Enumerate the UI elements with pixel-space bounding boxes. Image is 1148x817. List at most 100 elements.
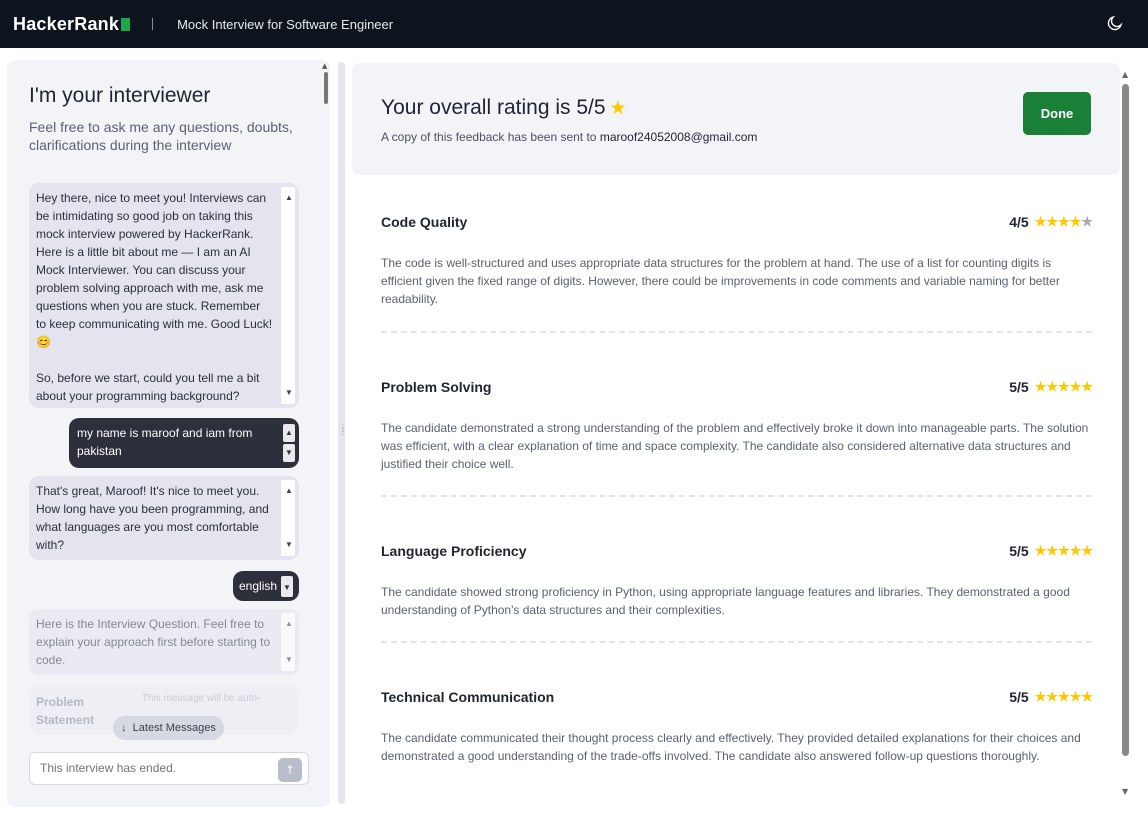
scroll-down-icon[interactable]: ▼ [283, 536, 295, 554]
message-text: my name is maroof and iam from pakistan [77, 426, 256, 458]
grip-icon: ⋮ ⋮ [339, 423, 347, 436]
star-filled-icon: ★ [1058, 543, 1070, 558]
chat-message: ▲ english ▼ [233, 571, 299, 601]
section-title: Problem Solving [381, 379, 492, 395]
panel-scroll-up-icon[interactable]: ▲ [322, 62, 327, 70]
section-title: Code Quality [381, 214, 468, 230]
section-body: The candidate demonstrated a strong unde… [381, 421, 1089, 471]
section-divider [381, 641, 1092, 643]
chat-input-box: ↑ [29, 752, 309, 785]
star-filled-icon: ★ [1046, 214, 1059, 229]
scroll-down-icon[interactable]: ▼ [283, 444, 295, 462]
send-button[interactable]: ↑ [278, 758, 302, 782]
section-score: 5/5 ★★★★★ [1009, 689, 1093, 705]
star-rating: ★★★★★ [1035, 543, 1093, 559]
done-button[interactable]: Done [1023, 92, 1091, 135]
section-body: The code is well-structured and uses app… [381, 256, 1060, 306]
scroll-down-icon[interactable]: ▼ [281, 579, 293, 597]
chat-message: ▲ Here is the Interview Question. Feel f… [29, 609, 299, 675]
star-filled-icon: ★ [1058, 379, 1070, 394]
overall-rating-card: Your overall rating is 5/5 ★ A copy of th… [352, 63, 1120, 175]
star-filled-icon: ★ [1058, 689, 1070, 704]
feedback-scrollbar[interactable] [1122, 84, 1129, 756]
star-filled-icon: ★ [1069, 214, 1082, 229]
scroll-down-icon[interactable]: ▼ [1122, 787, 1128, 796]
chat-message: ▲ Hey there, nice to meet you! Interview… [29, 183, 299, 408]
topbar-divider [152, 18, 154, 30]
star-filled-icon: ★ [1069, 379, 1082, 394]
section-score: 4/5 ★★★★★ [1009, 214, 1093, 230]
scroll-up-icon[interactable]: ▲ [283, 189, 295, 207]
top-bar: HackerRank Mock Interview for Software E… [0, 0, 1148, 48]
interviewer-title: I'm your interviewer [29, 84, 211, 107]
star-filled-icon: ★ [1081, 689, 1093, 704]
moon-icon [1107, 15, 1123, 31]
star-filled-icon: ★ [1081, 379, 1093, 394]
scroll-up-icon[interactable]: ▲ [283, 482, 295, 500]
section-title: Language Proficiency [381, 543, 527, 559]
message-text: Here is the Interview Question. Feel fre… [36, 617, 274, 667]
feedback-section: Code Quality 4/5 ★★★★★ The code is well-s… [381, 214, 1093, 308]
star-icon: ★ [609, 98, 627, 119]
overall-rating-text: Your overall rating is 5/5 [381, 96, 606, 119]
message-text: That's great, Maroof! It's nice to meet … [36, 484, 273, 552]
brand-logo[interactable]: HackerRank [13, 13, 131, 35]
score-text: 4/5 [1009, 214, 1029, 230]
feedback-section: Language Proficiency 5/5 ★★★★★ The candid… [381, 543, 1093, 619]
message-text: Hey there, nice to meet you! Interviews … [36, 191, 273, 403]
star-filled-icon: ★ [1034, 379, 1047, 394]
section-divider [381, 495, 1092, 497]
section-score: 5/5 ★★★★★ [1009, 379, 1093, 395]
scroll-up-icon[interactable]: ▲ [283, 615, 295, 633]
star-filled-icon: ★ [1081, 543, 1093, 558]
interviewer-subtitle: Feel free to ask me any questions, doubt… [29, 119, 293, 153]
star-filled-icon: ★ [1046, 379, 1059, 394]
arrow-down-icon: ↓ [121, 722, 127, 734]
section-title: Technical Communication [381, 689, 555, 705]
star-rating: ★★★★★ [1035, 379, 1093, 395]
latest-messages-button[interactable]: ↓ Latest Messages [113, 716, 224, 740]
score-text: 5/5 [1009, 689, 1029, 705]
section-body: The candidate showed strong proficiency … [381, 585, 1070, 617]
chat-message: ▲ my name is maroof and iam from pakista… [69, 418, 299, 468]
chat-input[interactable] [40, 761, 270, 775]
star-filled-icon: ★ [1034, 543, 1047, 558]
feedback-section: Technical Communication 5/5 ★★★★★ The can… [381, 689, 1093, 765]
star-filled-icon: ★ [1034, 214, 1047, 229]
star-filled-icon: ★ [1069, 689, 1082, 704]
star-filled-icon: ★ [1069, 543, 1082, 558]
brand-name: HackerRank [13, 13, 120, 34]
score-text: 5/5 [1009, 379, 1029, 395]
theme-toggle-button[interactable] [1106, 14, 1126, 34]
message-text: english [239, 579, 278, 593]
star-filled-icon: ★ [1046, 689, 1059, 704]
sent-prefix: A copy of this feedback has been sent to [381, 130, 597, 144]
recipient-email: maroof24052008@gmail.com [599, 130, 758, 144]
scroll-up-icon[interactable]: ▲ [1122, 70, 1128, 79]
star-filled-icon: ★ [1046, 543, 1059, 558]
page-title: Mock Interview for Software Engineer [177, 16, 394, 32]
section-body: The candidate communicated their thought… [381, 731, 1081, 763]
star-rating: ★★★★★ [1035, 214, 1093, 230]
score-text: 5/5 [1009, 543, 1029, 559]
scroll-down-icon[interactable]: ▼ [283, 384, 295, 402]
chat-message: ▲ That's great, Maroof! It's nice to mee… [29, 476, 299, 560]
auto-message-note: This message will be auto- [142, 693, 261, 704]
latest-messages-label: Latest Messages [132, 722, 216, 734]
star-empty-icon: ★ [1081, 214, 1093, 229]
star-filled-icon: ★ [1034, 689, 1047, 704]
panel-scrollbar[interactable] [324, 72, 328, 104]
feedback-sent-note: A copy of this feedback has been sent to… [381, 130, 757, 144]
problem-statement-title: Problem Statement [36, 695, 95, 727]
feedback-section: Problem Solving 5/5 ★★★★★ The candidate d… [381, 379, 1093, 473]
star-rating: ★★★★★ [1035, 689, 1093, 705]
message-scrollbar[interactable] [281, 187, 295, 404]
overall-rating-title: Your overall rating is 5/5 ★ [381, 96, 627, 120]
scroll-up-icon[interactable]: ▲ [283, 424, 295, 442]
arrow-up-icon: ↑ [284, 763, 296, 777]
scroll-down-icon[interactable]: ▼ [283, 651, 295, 669]
section-score: 5/5 ★★★★★ [1009, 543, 1093, 559]
star-filled-icon: ★ [1058, 214, 1070, 229]
section-divider [381, 331, 1092, 333]
brand-mark [121, 17, 131, 31]
